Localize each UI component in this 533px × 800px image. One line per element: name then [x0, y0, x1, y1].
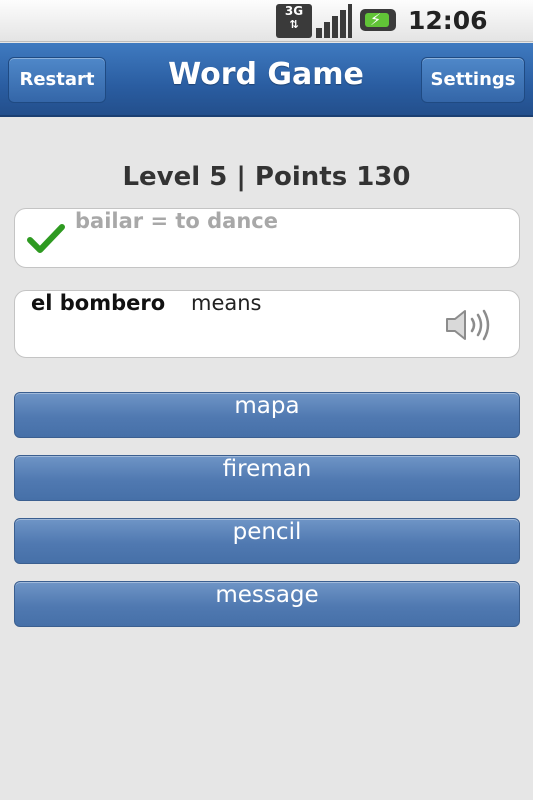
signal-icon: [316, 4, 352, 38]
answer-button-pencil[interactable]: pencil: [14, 518, 520, 564]
settings-button[interactable]: Settings: [421, 57, 525, 103]
question-word: el bombero: [31, 291, 166, 315]
answer-button-fireman[interactable]: fireman: [14, 455, 520, 501]
question-means-label: means: [191, 291, 262, 315]
battery-charging-icon: ⚡: [360, 9, 396, 31]
app-title: Word Game: [168, 57, 364, 92]
status-bar: 3G ⇅ ⚡ 12:06 PM: [0, 0, 533, 69]
check-icon: [27, 224, 65, 253]
network-type-label: 3G: [284, 4, 304, 18]
title-bar: Restart Word Game Settings: [0, 43, 533, 117]
answer-button-mapa[interactable]: mapa: [14, 392, 520, 438]
restart-button[interactable]: Restart: [8, 57, 106, 103]
speaker-icon[interactable]: [443, 307, 495, 343]
network-3g-icon: 3G ⇅: [276, 4, 312, 38]
last-answer-text: bailar = to dance: [75, 209, 278, 233]
level-points-label: Level 5 | Points 130: [122, 162, 411, 192]
last-answer-card: bailar = to dance: [14, 208, 520, 268]
question-card: el bombero means: [14, 290, 520, 358]
answer-button-message[interactable]: message: [14, 581, 520, 627]
clock: 12:06 PM: [408, 6, 488, 69]
data-arrows-icon: ⇅: [289, 18, 299, 31]
